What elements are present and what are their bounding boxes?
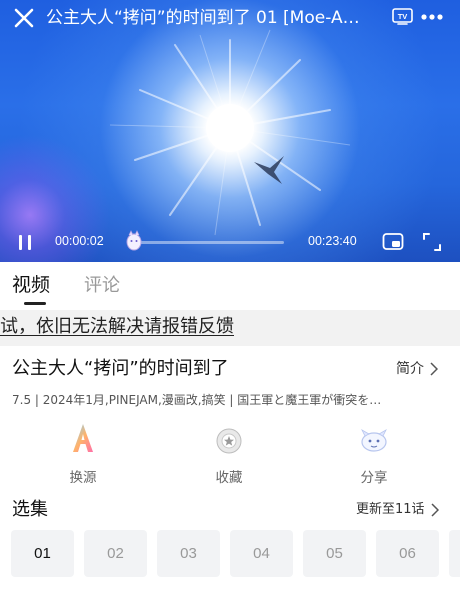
total-time: 00:23:40 xyxy=(308,234,357,248)
notice-text: 试，依旧无法解决请报错反馈 xyxy=(0,316,234,337)
player-top-bar: 公主大人“拷问”的时间到了 01 [Moe-A… TV xyxy=(0,0,460,36)
episodes-update-label: 更新至11话 xyxy=(356,502,425,517)
video-title: 公主大人“拷问”的时间到了 01 [Moe-A… xyxy=(46,8,360,28)
episodes-heading: 选集 xyxy=(12,499,48,520)
tv-cast-icon[interactable]: TV xyxy=(392,8,413,25)
favorite-label: 收藏 xyxy=(215,470,243,486)
active-tab-indicator xyxy=(24,302,46,305)
show-meta: 7.5 | 2024年1月,PINEJAM,漫画改,搞笑 | 国王軍と魔王軍が衝… xyxy=(12,393,382,407)
content-tabs: 视频 评论 xyxy=(0,262,460,308)
episode-chip[interactable]: 03 xyxy=(157,530,220,577)
episode-chip[interactable]: 04 xyxy=(230,530,293,577)
episode-chip-partial[interactable] xyxy=(449,530,460,577)
progress-thumb-mascot-icon[interactable] xyxy=(124,230,144,252)
sun-rays-decoration xyxy=(109,29,351,236)
show-title: 公主大人“拷问”的时间到了 xyxy=(12,358,229,379)
player-controls: 00:00:02 00:23:40 xyxy=(0,228,460,256)
episode-list: 01 02 03 04 05 06 xyxy=(0,530,460,578)
share-icon xyxy=(361,428,387,452)
episode-chip[interactable]: 05 xyxy=(303,530,366,577)
pause-icon[interactable] xyxy=(18,235,32,250)
notice-bar[interactable]: 试，依旧无法解决请报错反馈 xyxy=(0,310,460,346)
episode-chip[interactable]: 02 xyxy=(84,530,147,577)
episode-chip[interactable]: 06 xyxy=(376,530,439,577)
favorite-button[interactable]: 收藏 xyxy=(189,422,269,488)
favorite-icon xyxy=(216,428,242,454)
share-label: 分享 xyxy=(360,470,388,486)
source-switch-button[interactable]: 换源 xyxy=(43,422,123,488)
tab-comments[interactable]: 评论 xyxy=(84,274,120,298)
share-button[interactable]: 分享 xyxy=(334,422,414,488)
chevron-right-icon xyxy=(430,362,438,376)
svg-text:TV: TV xyxy=(398,12,408,21)
intro-label: 简介 xyxy=(396,361,424,377)
bird-silhouette xyxy=(254,156,284,184)
episodes-update-button[interactable]: 更新至11话 xyxy=(356,500,439,520)
chevron-right-icon xyxy=(431,503,439,517)
more-dots-icon[interactable] xyxy=(421,10,443,24)
episode-chip[interactable]: 01 xyxy=(11,530,74,577)
source-switch-icon xyxy=(73,424,93,452)
intro-button[interactable]: 简介 xyxy=(396,359,438,379)
fullscreen-icon[interactable] xyxy=(422,232,442,252)
video-player[interactable]: 公主大人“拷问”的时间到了 01 [Moe-A… TV 00:00:02 00:… xyxy=(0,0,460,262)
tab-video[interactable]: 视频 xyxy=(12,273,50,297)
source-switch-label: 换源 xyxy=(69,470,97,486)
current-time: 00:00:02 xyxy=(55,234,104,248)
progress-bar[interactable] xyxy=(134,241,284,244)
close-icon[interactable] xyxy=(12,6,36,30)
picture-in-picture-icon[interactable] xyxy=(382,232,404,252)
